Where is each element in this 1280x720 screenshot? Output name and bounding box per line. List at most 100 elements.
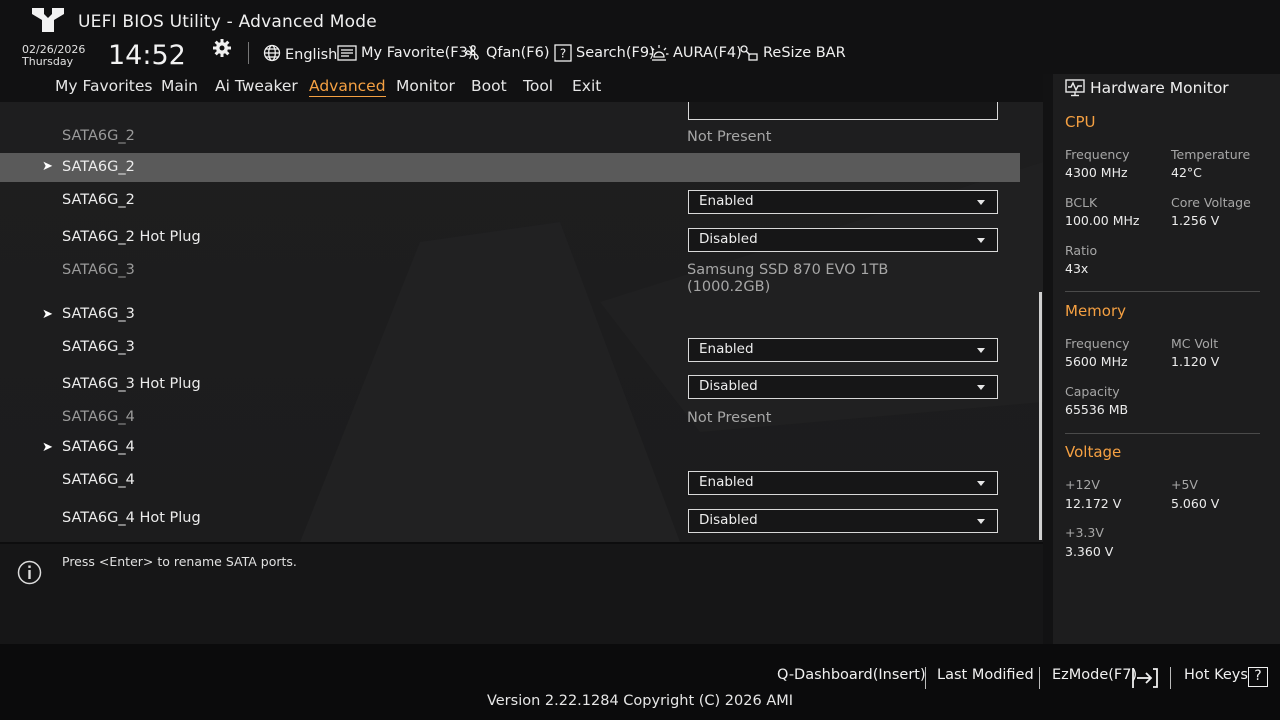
resize-bar-button[interactable]: ReSize BAR <box>739 42 846 64</box>
search-label: Search(F9) <box>576 45 655 61</box>
mc-volt-value: 1.120 V <box>1171 354 1220 369</box>
sata6g-3-submenu[interactable]: SATA6G_3 <box>62 306 135 322</box>
ratio-value: 43x <box>1065 261 1089 276</box>
day-text: Thursday <box>22 55 74 68</box>
capacity-label: Capacity <box>1065 384 1120 399</box>
tab-advanced[interactable]: Advanced <box>309 77 386 97</box>
sata6g-2-device-label: SATA6G_2 <box>62 128 135 144</box>
caret-down-icon <box>977 519 985 524</box>
help-text: Press <Enter> to rename SATA ports. <box>62 554 297 569</box>
footer-divider <box>1170 667 1171 689</box>
tab-ai-tweaker[interactable]: Ai Tweaker <box>215 77 298 95</box>
sata6g-2-hotplug-dropdown[interactable]: Disabled <box>688 228 998 252</box>
selected-row-highlight[interactable] <box>0 153 1020 182</box>
fan-icon <box>465 45 479 60</box>
app-title: UEFI BIOS Utility - Advanced Mode <box>78 12 377 32</box>
scrollbar-thumb[interactable] <box>1039 292 1042 540</box>
sata6g-4-enable-dropdown[interactable]: Enabled <box>688 471 998 495</box>
dropdown-value: Enabled <box>699 341 754 357</box>
sata6g-2-enable-dropdown[interactable]: Enabled <box>688 190 998 214</box>
version-text: Version 2.22.1284 Copyright (C) 2026 AMI <box>486 693 794 709</box>
sata6g-4-hotplug-label: SATA6G_4 Hot Plug <box>62 510 201 526</box>
sata6g-4-enable-label: SATA6G_4 <box>62 472 135 488</box>
globe-icon <box>263 44 281 62</box>
qfan-button[interactable]: Qfan(F6) <box>464 42 549 64</box>
submenu-arrow-icon: ➤ <box>42 159 53 174</box>
v5-value: 5.060 V <box>1171 496 1220 511</box>
core-voltage-value: 1.256 V <box>1171 213 1220 228</box>
sata6g-4-hotplug-dropdown[interactable]: Disabled <box>688 509 998 533</box>
gear-icon[interactable] <box>212 38 232 58</box>
sata6g-3-hotplug-dropdown[interactable]: Disabled <box>688 375 998 399</box>
ratio-label: Ratio <box>1065 243 1098 258</box>
tab-monitor[interactable]: Monitor <box>396 77 455 95</box>
sata6g-2-enable-label: SATA6G_2 <box>62 192 135 208</box>
mc-volt-label: MC Volt <box>1171 336 1219 351</box>
cpu-frequency-value: 4300 MHz <box>1065 165 1128 180</box>
tab-exit[interactable]: Exit <box>572 77 601 95</box>
search-button[interactable]: ? Search(F9) <box>554 42 655 64</box>
sata6g-2-device-value: Not Present <box>687 129 772 145</box>
sata6g-3-enable-label: SATA6G_3 <box>62 339 135 355</box>
hot-keys-help-icon[interactable]: ? <box>1248 667 1268 687</box>
dropdown-partial[interactable] <box>688 102 998 120</box>
submenu-arrow-icon: ➤ <box>42 440 53 455</box>
q-dashboard-button[interactable]: Q-Dashboard(Insert) <box>777 667 926 683</box>
clock: 14:52 <box>108 40 186 71</box>
info-icon <box>17 560 42 585</box>
dropdown-value: Disabled <box>699 378 758 394</box>
qfan-label: Qfan(F6) <box>486 45 550 61</box>
svg-text:?: ? <box>560 47 566 61</box>
memory-frequency-label: Frequency <box>1065 336 1130 351</box>
footer-divider <box>1039 667 1040 689</box>
hot-keys-button[interactable]: Hot Keys <box>1184 667 1248 683</box>
date-display: 02/26/2026 Thursday <box>22 44 85 68</box>
sata6g-4-submenu[interactable]: SATA6G_4 <box>62 439 135 455</box>
caret-down-icon <box>977 385 985 390</box>
v5-label: +5V <box>1171 477 1198 492</box>
sata6g-3-device-capacity: (1000.2GB) <box>687 279 771 295</box>
sata6g-3-device-value: Samsung SSD 870 EVO 1TB <box>687 262 889 278</box>
voltage-heading: Voltage <box>1065 443 1122 461</box>
ezmode-button[interactable]: EzMode(F7) <box>1052 667 1137 683</box>
settings-panel: SATA6G_2 Not Present ➤ SATA6G_2 SATA6G_2… <box>0 102 1043 542</box>
tab-boot[interactable]: Boot <box>471 77 507 95</box>
monitor-icon <box>1065 79 1085 97</box>
cpu-temperature-label: Temperature <box>1171 147 1251 162</box>
dropdown-value: Enabled <box>699 474 754 490</box>
cpu-heading: CPU <box>1065 113 1096 131</box>
section-divider <box>1065 433 1260 434</box>
section-divider <box>1065 291 1260 292</box>
ezmode-label: EzMode(F7) <box>1052 667 1138 683</box>
sata6g-3-hotplug-label: SATA6G_3 Hot Plug <box>62 376 201 392</box>
caret-down-icon <box>977 238 985 243</box>
sata6g-3-enable-dropdown[interactable]: Enabled <box>688 338 998 362</box>
sata6g-4-device-label: SATA6G_4 <box>62 409 135 425</box>
sata6g-2-submenu[interactable]: SATA6G_2 <box>62 159 135 175</box>
dropdown-value: Enabled <box>699 193 754 209</box>
tab-tool[interactable]: Tool <box>523 77 553 95</box>
language-label: English <box>285 47 338 63</box>
resize-bar-icon <box>740 45 758 61</box>
caret-down-icon <box>977 481 985 486</box>
last-modified-button[interactable]: Last Modified <box>937 667 1034 683</box>
caret-down-icon <box>977 200 985 205</box>
sata6g-4-device-value: Not Present <box>687 410 772 426</box>
memory-frequency-value: 5600 MHz <box>1065 354 1128 369</box>
sata6g-2-hotplug-label: SATA6G_2 Hot Plug <box>62 229 201 245</box>
caret-down-icon <box>977 348 985 353</box>
tab-bar: My Favorites Main Ai Tweaker Advanced Mo… <box>0 74 1043 102</box>
aura-button[interactable]: AURA(F4) <box>649 42 742 64</box>
tab-main[interactable]: Main <box>161 77 198 95</box>
v12-label: +12V <box>1065 477 1100 492</box>
cpu-frequency-label: Frequency <box>1065 147 1130 162</box>
dropdown-value: Disabled <box>699 231 758 247</box>
cpu-temperature-value: 42°C <box>1171 165 1202 180</box>
tab-my-favorites[interactable]: My Favorites <box>55 77 153 95</box>
search-help-icon: ? <box>554 44 572 62</box>
header-divider <box>248 42 249 64</box>
v33-value: 3.360 V <box>1065 544 1114 559</box>
my-favorite-button[interactable]: My Favorite(F3) <box>337 42 474 64</box>
language-button[interactable]: English <box>263 42 337 64</box>
dropdown-value: Disabled <box>699 512 758 528</box>
